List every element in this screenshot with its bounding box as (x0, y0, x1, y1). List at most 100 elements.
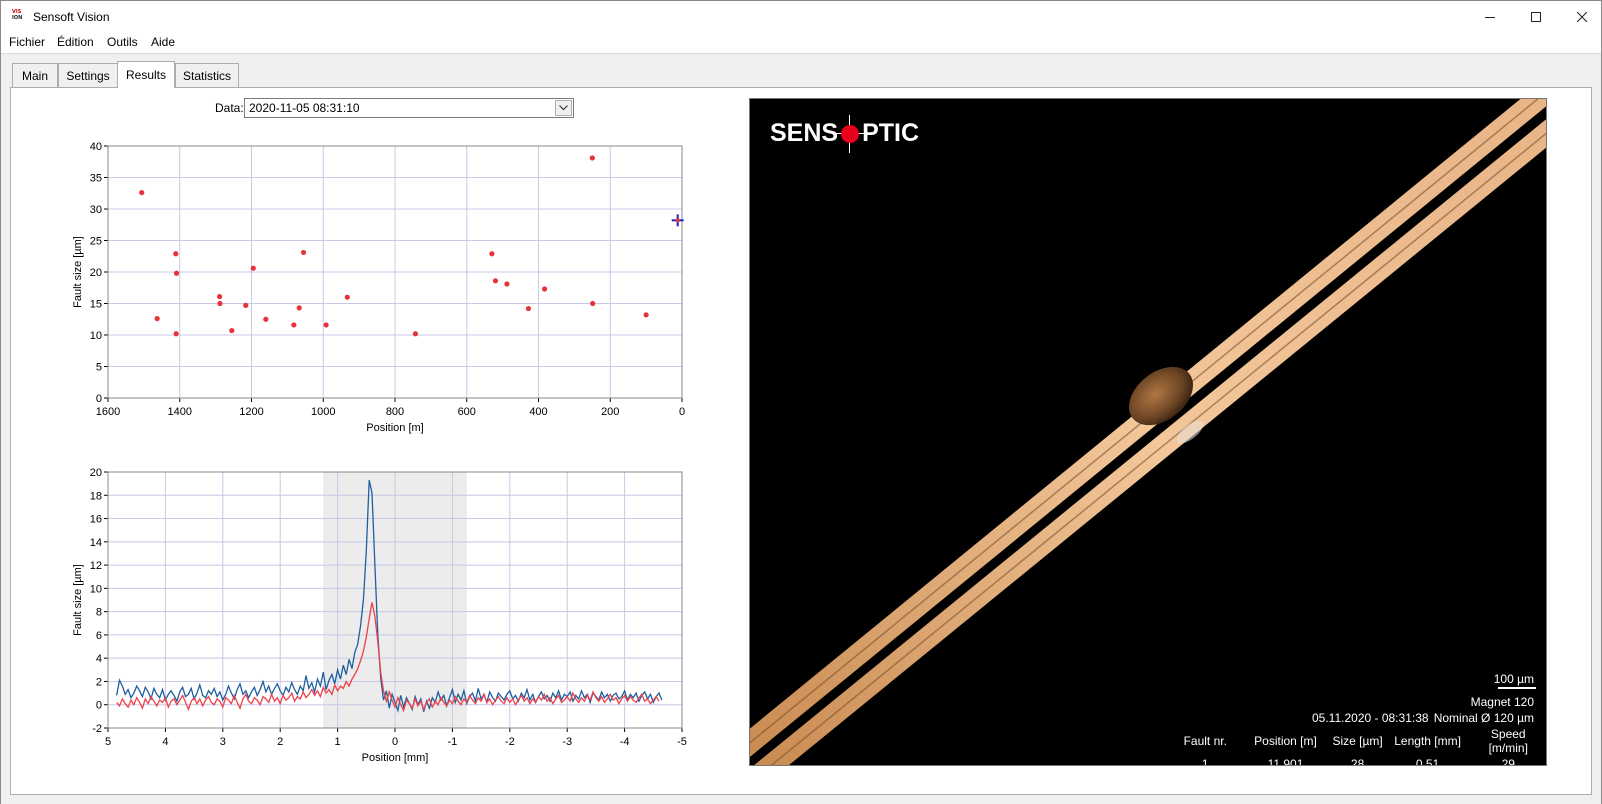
scatter-point (154, 316, 160, 322)
scatter-point (323, 322, 329, 328)
profile-chart-svg: 5 4 3 2 1 0 -1 -2 -3 -4 -5-202468101214161820Posit… (72, 467, 687, 764)
maximize-icon (1531, 11, 1541, 22)
menu-fichier[interactable]: Fichier (9, 35, 45, 49)
profile-tick-label-y: 12 (90, 560, 102, 572)
scatter-y-axis-label: Fault size [µm] (72, 236, 84, 308)
scatter-point (173, 251, 179, 257)
sensoptic-logo: SENS PTIC (770, 114, 919, 153)
profile-tick-label-y: 8 (96, 607, 102, 619)
scatter-point (243, 302, 249, 308)
logo-text-left: SENS (770, 119, 839, 147)
scatter-x-axis-label: Position [m] (366, 422, 423, 434)
tab-main[interactable]: Main (12, 63, 58, 87)
scatter-point (229, 327, 235, 334)
profile-tick-label-x: 3 (220, 736, 226, 748)
profile-tick-label-y: 20 (90, 467, 102, 479)
profile-tick-label-x: -4 (620, 736, 630, 748)
window-title: Sensoft Vision (33, 10, 110, 24)
title-bar[interactable]: VIS ION Sensoft Vision (1, 1, 1601, 32)
tab-settings[interactable]: Settings (58, 63, 118, 87)
profile-tick-label-y: 16 (90, 514, 102, 526)
scatter-point (344, 294, 350, 300)
scatter-point (412, 331, 419, 337)
scatter-tick-label-x: 400 (529, 406, 547, 418)
data-dropdown[interactable]: 2020-11-05 08:31:10 (244, 98, 574, 118)
scatter-tick-label-x: 1000 (311, 406, 335, 418)
scatter-point (139, 190, 145, 196)
header-length: Length [mm] (1394, 734, 1461, 748)
value-fault-nr: 1 (1201, 757, 1209, 766)
app-window: VIS ION Sensoft Vision Fichier Édition O… (0, 0, 1602, 804)
minimize-icon (1485, 16, 1495, 18)
profile-tick-label-y: 0 (96, 700, 102, 712)
profile-chart[interactable]: 5 4 3 2 1 0 -1 -2 -3 -4 -5 -2 0 2 4 6 8 10 12 14 16 18 20 Posit… (61, 463, 701, 773)
profile-tick-label-y: 18 (90, 490, 102, 502)
profile-tick-label-y: 4 (96, 653, 102, 665)
capture-datetime: 05.11.2020 - 08:31:38 (1312, 711, 1429, 725)
scale-label: 100 µm (1493, 672, 1534, 686)
scatter-point (541, 286, 548, 292)
menu-bar: Fichier Édition Outils Aide (1, 32, 1601, 53)
profile-y-axis-label: Fault size [µm] (72, 564, 84, 636)
profile-tick-label-x: 2 (277, 736, 283, 748)
scatter-point (489, 251, 495, 257)
value-length: 0.51 (1415, 757, 1440, 766)
header-position: Position [m] (1254, 734, 1317, 748)
header-size: Size [µm] (1332, 734, 1383, 748)
scale-bar (1498, 687, 1536, 689)
scatter-point (291, 322, 297, 328)
scatter-tick-label-x: 800 (386, 406, 404, 418)
scatter-point (263, 316, 269, 322)
scatter-tick-label-y: 30 (90, 204, 102, 216)
scatter-point (300, 249, 307, 256)
scatter-tick-label-y: 0 (96, 393, 102, 405)
fault-image-panel[interactable]: SENS PTIC 100 µm Magnet 120 05.11.2020 -… (749, 98, 1547, 766)
scatter-point (217, 300, 223, 307)
scatter-tick-label-y: 35 (90, 173, 102, 185)
scatter-tick-label-y: 20 (90, 267, 102, 279)
scatter-point (590, 300, 596, 307)
scatter-tick-label-x: 1400 (168, 406, 192, 418)
profile-tick-label-y: 14 (90, 537, 102, 549)
fault-info-table: Fault nr. Position [m] Size [µm] Length … (1170, 727, 1546, 766)
scatter-tick-label-y: 25 (90, 236, 102, 248)
profile-tick-label-x: 5 (105, 736, 111, 748)
data-dropdown-value: 2020-11-05 08:31:10 (249, 101, 360, 115)
chevron-down-icon[interactable] (555, 100, 572, 116)
scatter-point (643, 312, 649, 318)
header-speed: Speed [m/min] (1488, 727, 1528, 755)
menu-outils[interactable]: Outils (107, 35, 138, 49)
scatter-point (589, 155, 595, 161)
tab-results[interactable]: Results (117, 61, 175, 88)
menu-aide[interactable]: Aide (151, 35, 175, 49)
cursor-dot (675, 218, 680, 223)
fault-table-header: Fault nr. Position [m] Size [µm] Length … (1170, 727, 1546, 757)
nominal-diameter: Nominal Ø 120 µm (1433, 711, 1534, 725)
profile-tick-label-y: 6 (96, 630, 102, 642)
scatter-tick-label-x: 1200 (239, 406, 263, 418)
maximize-button[interactable] (1513, 1, 1559, 32)
minimize-button[interactable] (1467, 1, 1513, 32)
value-speed: 29 (1501, 757, 1515, 766)
value-size: 28 (1350, 757, 1365, 766)
magnet-label: Magnet 120 (1470, 695, 1534, 709)
scatter-point (173, 331, 179, 337)
profile-tick-label-x: -2 (505, 736, 515, 748)
profile-tick-label-x: 0 (392, 736, 398, 748)
fault-table-row: 1 11.901 28 0.51 29 (1170, 757, 1546, 766)
close-button[interactable] (1559, 1, 1602, 32)
tab-statistics[interactable]: Statistics (175, 63, 239, 87)
app-icon: VIS ION (12, 9, 26, 23)
header-fault-nr: Fault nr. (1183, 734, 1227, 748)
menu-edition[interactable]: Édition (57, 35, 94, 49)
scatter-point (173, 270, 180, 276)
profile-tick-label-x: -5 (677, 736, 687, 748)
scatter-tick-label-x: 600 (458, 406, 476, 418)
scatter-tick-label-y: 15 (90, 299, 102, 311)
scatter-point (492, 278, 499, 284)
scatter-chart[interactable]: 1600 1400 1200 1000 800 600 400 200 0 0 5 10 15 20 25 3… (61, 137, 701, 447)
scatter-point (504, 281, 510, 287)
profile-tick-label-x: -1 (448, 736, 458, 748)
crosshair-icon (835, 114, 866, 153)
value-position: 11.901 (1267, 757, 1304, 766)
